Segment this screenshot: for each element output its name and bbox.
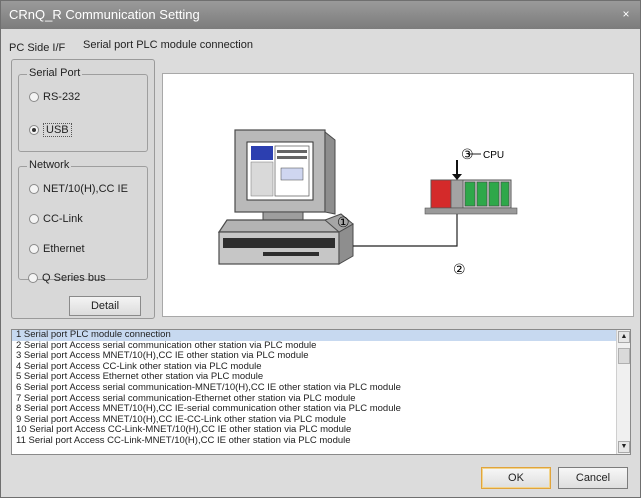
list-item[interactable]: 6 Serial port Access serial communicatio… bbox=[12, 382, 616, 394]
connection-route-list[interactable]: 1 Serial port PLC module connection 2 Ser… bbox=[11, 329, 631, 455]
plc-module-icon bbox=[424, 179, 518, 215]
radio-rs232-indicator[interactable] bbox=[29, 92, 39, 102]
window-title: CRnQ_R Communication Setting bbox=[9, 7, 200, 22]
radio-net10-label: NET/10(H),CC IE bbox=[43, 183, 128, 195]
radio-q-series-bus[interactable]: Q Series bus bbox=[28, 272, 106, 284]
radio-rs232-label: RS-232 bbox=[43, 91, 81, 103]
ok-button[interactable]: OK bbox=[481, 467, 551, 489]
radio-q-series-bus-label: Q Series bus bbox=[42, 272, 106, 284]
marker-1: ① bbox=[337, 215, 350, 231]
interface-panel: Serial Port RS-232 USB Network NET/10(H)… bbox=[11, 59, 155, 319]
scroll-down-icon[interactable]: ▼ bbox=[618, 441, 630, 453]
cancel-button[interactable]: Cancel bbox=[558, 467, 628, 489]
radio-ethernet[interactable]: Ethernet bbox=[29, 243, 85, 255]
serial-port-group: Serial Port RS-232 USB bbox=[18, 67, 148, 152]
detail-button[interactable]: Detail bbox=[69, 296, 141, 316]
cpu-label: CPU bbox=[483, 150, 504, 161]
list-scrollbar[interactable]: ▲ ▼ bbox=[616, 330, 630, 454]
radio-cc-link-label: CC-Link bbox=[43, 213, 83, 225]
radio-usb-indicator[interactable] bbox=[29, 125, 39, 135]
radio-cc-link-indicator[interactable] bbox=[29, 214, 39, 224]
radio-net10[interactable]: NET/10(H),CC IE bbox=[29, 183, 128, 195]
network-group-title: Network bbox=[27, 159, 72, 171]
list-item[interactable]: 1 Serial port PLC module connection bbox=[12, 330, 616, 341]
pc-side-if-label: PC Side I/F bbox=[9, 42, 66, 54]
network-group: Network NET/10(H),CC IE CC-Link Ethernet bbox=[18, 159, 148, 280]
radio-ethernet-label: Ethernet bbox=[43, 243, 85, 255]
pc-icon bbox=[217, 129, 354, 265]
serial-port-group-title: Serial Port bbox=[27, 67, 83, 79]
radio-rs232[interactable]: RS-232 bbox=[29, 91, 80, 103]
usb-cable bbox=[353, 214, 458, 247]
scroll-thumb[interactable] bbox=[618, 348, 630, 364]
communication-setting-dialog: CRnQ_R Communication Setting × PC Side I… bbox=[0, 0, 641, 498]
radio-net10-indicator[interactable] bbox=[29, 184, 39, 194]
marker-2: ② bbox=[453, 262, 466, 278]
connection-diagram: ③ CPU ① ② bbox=[162, 73, 634, 317]
close-icon[interactable]: × bbox=[618, 6, 634, 22]
marker-3: ③ bbox=[461, 147, 474, 163]
connection-description: Serial port PLC module connection bbox=[83, 39, 253, 51]
radio-q-series-bus-indicator[interactable] bbox=[28, 273, 38, 283]
list-item[interactable]: 11 Serial port Access CC-Link-MNET/10(H)… bbox=[12, 435, 616, 447]
connection-diagram-svg: ③ CPU ① ② bbox=[217, 129, 518, 278]
radio-usb[interactable]: USB bbox=[29, 123, 72, 137]
cpu-arrow-head bbox=[452, 174, 462, 180]
connection-route-items: 1 Serial port PLC module connection 2 Ser… bbox=[12, 330, 616, 454]
scroll-up-icon[interactable]: ▲ bbox=[618, 331, 630, 343]
radio-usb-label: USB bbox=[43, 123, 72, 137]
title-bar[interactable]: CRnQ_R Communication Setting × bbox=[1, 1, 640, 29]
dialog-client-area: PC Side I/F Serial port PLC module conne… bbox=[1, 29, 640, 497]
radio-cc-link[interactable]: CC-Link bbox=[29, 213, 83, 225]
radio-ethernet-indicator[interactable] bbox=[29, 244, 39, 254]
